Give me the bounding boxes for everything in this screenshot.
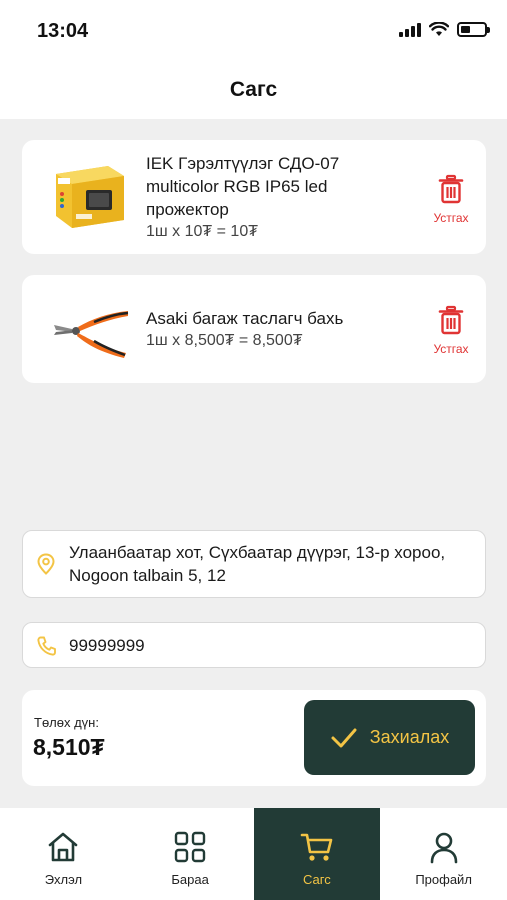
phone-field[interactable]: 99999999 — [22, 622, 486, 668]
total-label: Төлөх дүн: — [34, 715, 99, 730]
cart-item-quantity: 1ш x 10₮ = 10₮ — [146, 223, 258, 240]
nav-item-profile[interactable]: Профайл — [380, 808, 507, 900]
battery-icon — [457, 22, 490, 37]
grid-icon — [174, 831, 206, 863]
cart-item-name: IEK Гэрэлтүүлэг СДО-07 multicolor RGB IP… — [146, 154, 340, 219]
nav-item-cart[interactable]: Сагс — [253, 808, 381, 900]
wifi-icon — [429, 22, 449, 36]
home-icon — [49, 832, 78, 862]
cart-item-info: IEK Гэрэлтүүлэг СДО-07 multicolor RGB IP… — [146, 152, 406, 243]
cart-item[interactable]: IEK Гэрэлтүүлэг СДО-07 multicolor RGB IP… — [22, 140, 486, 254]
trash-icon — [438, 174, 464, 204]
pliers-product-image — [54, 311, 129, 358]
phone-icon — [37, 636, 56, 656]
page-header: Сагс — [0, 62, 507, 119]
location-pin-icon — [37, 553, 55, 575]
cart-item[interactable]: Asaki багаж таслагч бахь 1ш x 8,500₮ = 8… — [22, 275, 486, 383]
phone-value: 99999999 — [69, 636, 145, 655]
place-order-button[interactable]: Захиалах — [304, 700, 475, 775]
address-value: Улаанбаатар хот, Сүхбаатар дүүрэг, 13-р … — [69, 543, 446, 585]
status-bar: 13:04 — [0, 0, 507, 62]
remove-item-label: Устгах — [433, 211, 469, 225]
nav-label-profile: Профайл — [415, 872, 472, 887]
nav-item-home[interactable]: Эхлэл — [0, 808, 127, 900]
order-summary: Төлөх дүн: 8,510₮ Захиалах — [22, 690, 486, 786]
user-icon — [430, 832, 457, 864]
remove-item-button[interactable]: Устгах — [428, 174, 474, 225]
status-time: 13:04 — [37, 20, 89, 42]
bottom-nav: Эхлэл Бараа Сагс Профайл — [0, 808, 507, 900]
cellular-signal-icon — [399, 22, 421, 37]
page-title: Сагс — [229, 78, 278, 101]
floodlight-product-image — [56, 166, 124, 228]
checkmark-icon — [331, 728, 357, 747]
nav-label-cart: Сагс — [303, 872, 331, 887]
trash-icon — [438, 305, 464, 335]
nav-label-products: Бараа — [171, 872, 209, 887]
remove-item-button[interactable]: Устгах — [428, 305, 474, 356]
address-field[interactable]: Улаанбаатар хот, Сүхбаатар дүүрэг, 13-р … — [22, 530, 486, 598]
cart-icon — [300, 833, 333, 861]
nav-label-home: Эхлэл — [44, 872, 83, 887]
cart-screen: 13:04 Сагс IEK Гэрэлтүүлэг СДО-07 multic… — [0, 0, 507, 900]
cart-item-info: Asaki багаж таслагч бахь 1ш x 8,500₮ = 8… — [146, 307, 406, 352]
cart-item-name: Asaki багаж таслагч бахь — [146, 309, 344, 328]
nav-item-products[interactable]: Бараа — [127, 808, 254, 900]
total-value: 8,510₮ — [33, 734, 105, 760]
remove-item-label: Устгах — [433, 342, 469, 356]
place-order-label: Захиалах — [369, 727, 450, 747]
status-icons — [399, 22, 490, 37]
cart-item-quantity: 1ш x 8,500₮ = 8,500₮ — [146, 332, 303, 349]
